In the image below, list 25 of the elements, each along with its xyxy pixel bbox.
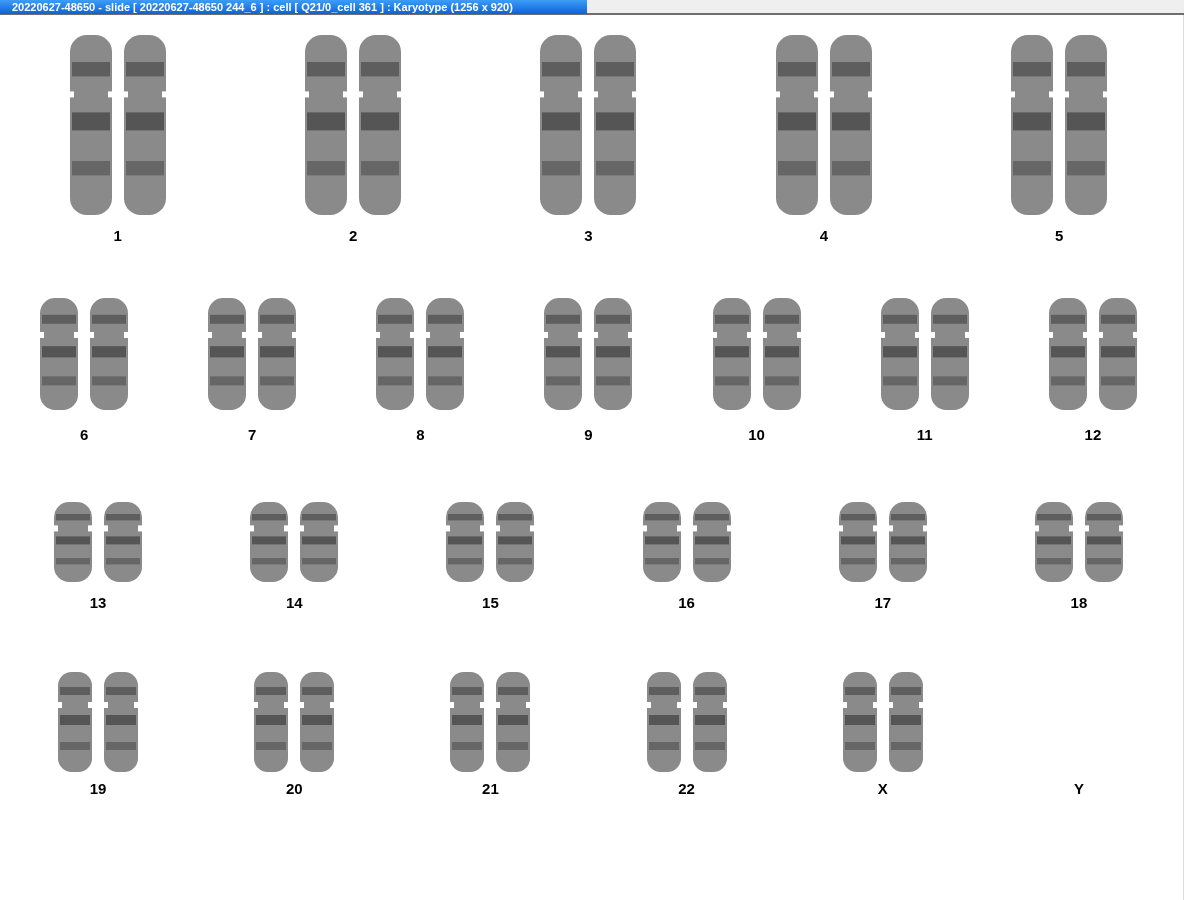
- chromosome-label: 15: [482, 594, 499, 612]
- chromosome-label: 20: [285, 780, 303, 798]
- chromosome-label: 1: [113, 227, 122, 245]
- window-title: 20220627-48650 - slide [ 20220627-48650 244_6 ] : cell [ Q21/0_cell 361 ] : Karyotype (1256 x 920): [0, 0, 587, 14]
- chromosome-label: 9: [584, 426, 593, 444]
- chromosome-label: 14: [285, 594, 303, 612]
- chromosome-label: 10: [748, 426, 765, 444]
- chromosome-label: 17: [874, 594, 892, 612]
- chromosome-label: 21: [482, 780, 499, 798]
- chromosome-label: 6: [79, 426, 89, 444]
- chromosome-label: 13: [89, 594, 107, 612]
- chromosome-label: 2: [348, 227, 358, 245]
- chromosome-label: 22: [678, 780, 695, 798]
- chromosome-label: 16: [678, 594, 695, 612]
- chromosome-label: 7: [248, 426, 257, 444]
- chromosome-label: 8: [416, 426, 425, 444]
- chromosome-label: 12: [1084, 426, 1102, 444]
- chromosome-label: Y: [1073, 780, 1084, 798]
- chromosome-label: 3: [584, 227, 593, 245]
- chromosome-label: 4: [819, 227, 829, 245]
- chromosome-label: X: [877, 780, 888, 798]
- chromosome-label: 18: [1070, 594, 1088, 612]
- chromosome-label: 19: [89, 780, 107, 798]
- chromosome-label: 5: [1055, 227, 1064, 245]
- chromosome-label: 11: [916, 426, 933, 444]
